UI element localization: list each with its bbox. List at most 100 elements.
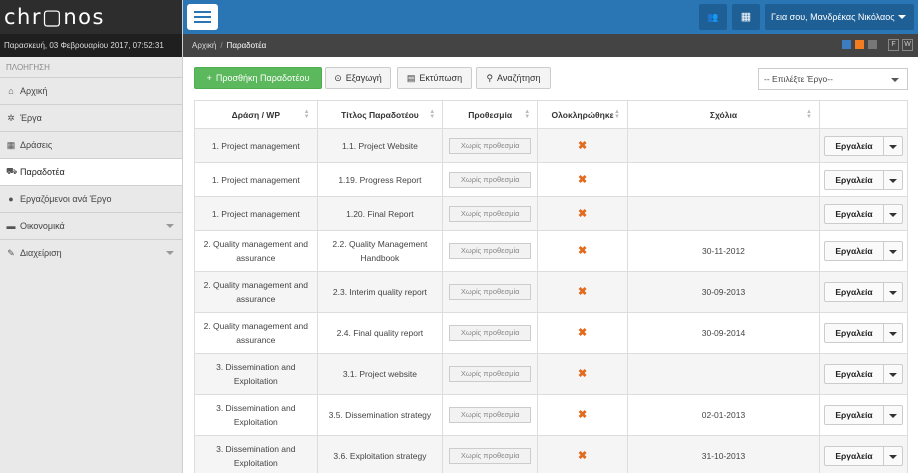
sidebar-item-6[interactable]: ✎ Διαχείριση [0,239,182,266]
calculator-icon: ▦ [740,11,752,23]
search-button[interactable]: ⚲ Αναζήτηση [476,67,551,89]
search-label: Αναζήτηση [497,73,541,83]
table-row: 2. Quality management and assurance 2.4. F… [194,312,909,354]
plus-icon: + [206,73,212,83]
users-button[interactable]: 👥 [699,4,727,30]
completed-cell: ✖ [537,128,628,163]
table-row: 2. Quality management and assurance 2.2. Q… [194,230,909,272]
wp-cell: 1. Project management [194,196,318,231]
not-completed-icon: ✖ [577,173,588,186]
wp-cell-line: assurance [236,253,276,263]
column-header-label: Ολοκληρώθηκε [551,109,614,120]
tools-button-group: Εργαλεία [823,241,903,261]
tools-dropdown-toggle[interactable] [883,323,903,343]
wp-cell: 1. Project management [194,162,318,197]
chevron-down-icon [898,15,906,19]
column-header-deadline[interactable]: Προθεσμία ▲ ▼ [442,100,539,129]
calculator-button[interactable]: ▦ [732,4,760,30]
chevron-down-icon [891,78,899,82]
tools-dropdown-toggle[interactable] [883,364,903,384]
sidebar-item-label: Εργαζόμενοι ανά Έργο [20,194,112,204]
column-header-label: Σχόλια [709,109,738,120]
column-header-label: Προθεσμία [468,109,513,120]
project-select[interactable]: -- Επιλέξτε Έργο-- [758,68,908,90]
tools-button[interactable]: Εργαλεία [823,323,884,343]
not-completed-icon: ✖ [577,286,588,298]
tools-dropdown-toggle[interactable] [883,282,903,302]
breadcrumb-home[interactable]: Αρχική [192,41,216,50]
theme-gray-swatch[interactable] [868,40,877,49]
comment-cell: 30-09-2014 [627,312,820,354]
tools-button-group: Εργαλεία [823,169,903,190]
gear-icon: ✲ [7,112,15,123]
tools-dropdown-toggle[interactable] [883,203,903,224]
deliverables-table: Δράση / WP ▲ ▼ Τίτλος Παραδοτέου ▲ ▼ Προθεσμ… [194,100,909,473]
add-deliverable-button[interactable]: + Προσθήκη Παραδοτέου [194,67,322,89]
wp-cell-line: 3. Dissemination and [216,362,296,372]
tools-button[interactable]: Εργαλεία [823,203,884,224]
column-header-label: Δράση / WP [231,109,280,120]
project-select-value: -- Επιλέξτε Έργο-- [764,74,833,84]
actions-cell: Εργαλεία [818,230,909,272]
chevron-down-icon [166,224,174,228]
hamburger-icon [194,11,211,13]
sidebar-item-1[interactable]: ✲ Έργα [0,104,182,131]
theme-blue-swatch[interactable] [842,40,851,49]
sort-icon: ▲ ▼ [614,109,620,120]
title-cell-line: 2.3. Interim quality report [332,287,427,297]
tools-button[interactable]: Εργαλεία [823,241,884,261]
font-toggle-button[interactable]: F [888,39,899,51]
tools-button[interactable]: Εργαλεία [823,282,884,302]
column-header-title[interactable]: Τίτλος Παραδοτέου ▲ ▼ [316,100,444,129]
tools-dropdown-toggle[interactable] [883,241,903,261]
completed-cell: ✖ [537,394,628,436]
comment-cell: 30-09-2013 [627,271,820,313]
comment-cell: 30-11-2012 [627,230,820,272]
wp-cell: 3. Dissemination and Exploitation [194,353,318,395]
completed-cell: ✖ [537,271,628,313]
theme-orange-swatch[interactable] [855,40,864,49]
tools-dropdown-toggle[interactable] [883,169,903,190]
wp-cell: 2. Quality management and assurance [194,312,318,354]
sidebar-item-4[interactable]: ● Εργαζόμενοι ανά Έργο [0,185,182,212]
tools-dropdown-toggle[interactable] [883,135,903,156]
export-button[interactable]: ⊙ Εξαγωγή [325,67,391,89]
column-header-wp[interactable]: Δράση / WP ▲ ▼ [194,100,318,129]
tools-button[interactable]: Εργαλεία [823,169,884,190]
sidebar-item-label: Αρχική [20,86,48,96]
sidebar-item-2[interactable]: ▦ Δράσεις [0,131,182,158]
deadline-cell: Χωρίς προθεσμία [442,394,539,436]
tools-button[interactable]: Εργαλεία [823,135,884,156]
column-header-completed[interactable]: Ολοκληρώθηκε ▲ ▼ [537,100,628,129]
column-header-comments[interactable]: Σχόλια ▲ ▼ [627,100,820,129]
actions-cell: Εργαλεία [818,271,909,313]
deadline-cell: Χωρίς προθεσμία [442,196,539,231]
wp-cell-line: 1. Project management [211,208,300,219]
tools-button[interactable]: Εργαλεία [823,446,884,466]
user-menu-dropdown[interactable]: Γεια σου, Μανδρέκας Νικόλαος [765,4,914,30]
title-cell: 1.20. Final Report [316,196,444,231]
app-logo[interactable]: chr▢nos [4,5,105,29]
title-cell-line: 1.1. Project Website [341,140,418,151]
comment-cell: 02-01-2013 [627,394,820,436]
hamburger-line [194,16,211,18]
deadline-cell: Χωρίς προθεσμία [442,128,539,163]
actions-cell: Εργαλεία [818,394,909,436]
deadline-badge: Χωρίς προθεσμία [449,325,532,341]
sidebar-item-5[interactable]: ▬ Οικονομικά [0,212,182,239]
print-button[interactable]: ▤ Εκτύπωση [397,67,472,89]
sidebar-item-0[interactable]: ⌂ Αρχική [0,77,182,104]
sidebar-item-3[interactable]: ⛟ Παραδοτέα [0,158,182,185]
nav-title: ΠΛΟΗΓΗΣΗ [6,63,50,72]
title-cell-line: 3.5. Dissemination strategy [328,410,432,420]
tools-dropdown-toggle[interactable] [883,405,903,425]
tools-button[interactable]: Εργαλεία [823,364,884,384]
wp-cell: 1. Project management [194,128,318,163]
table-row: 3. Dissemination and Exploitation 3.1. Pro… [194,353,909,395]
width-toggle-button[interactable]: W [902,39,913,51]
menu-toggle-button[interactable] [187,4,218,30]
tools-dropdown-toggle[interactable] [883,446,903,466]
wp-cell-line: 3. Dissemination and [216,444,296,454]
tools-button[interactable]: Εργαλεία [823,405,884,425]
deadline-cell: Χωρίς προθεσμία [442,162,539,197]
